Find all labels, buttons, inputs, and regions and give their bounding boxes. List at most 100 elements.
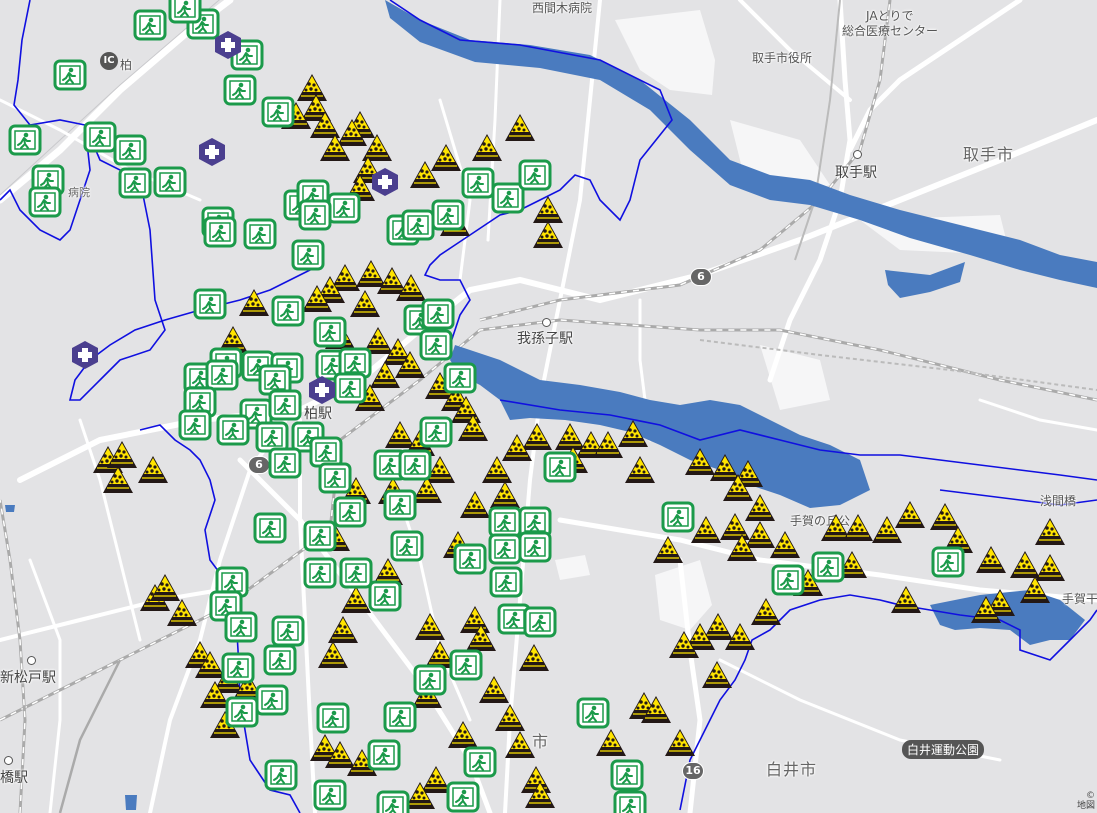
evacuation-site-icon[interactable] [367,739,401,771]
evacuation-site-icon[interactable] [463,746,497,778]
evacuation-site-icon[interactable] [53,59,87,91]
landslide-warning-icon[interactable] [663,727,697,759]
landslide-warning-icon[interactable] [725,532,759,564]
landslide-warning-icon[interactable] [639,694,673,726]
evacuation-site-icon[interactable] [216,414,250,446]
evacuation-site-icon[interactable] [264,759,298,791]
landslide-warning-icon[interactable] [500,432,534,464]
medical-facility-icon[interactable] [69,339,103,371]
evacuation-site-icon[interactable] [261,96,295,128]
landslide-warning-icon[interactable] [523,779,557,811]
medical-facility-icon[interactable] [196,136,230,168]
evacuation-site-icon[interactable] [661,501,695,533]
landslide-warning-icon[interactable] [316,639,350,671]
evacuation-site-icon[interactable] [263,644,297,676]
evacuation-site-icon[interactable] [453,543,487,575]
landslide-warning-icon[interactable] [503,729,537,761]
evacuation-site-icon[interactable] [443,362,477,394]
evacuation-site-icon[interactable] [543,451,577,483]
evacuation-site-icon[interactable] [613,790,647,813]
landslide-warning-icon[interactable] [470,132,504,164]
evacuation-site-icon[interactable] [931,546,965,578]
evacuation-site-icon[interactable] [203,216,237,248]
evacuation-site-icon[interactable] [431,199,465,231]
evacuation-site-icon[interactable] [368,580,402,612]
landslide-warning-icon[interactable] [893,499,927,531]
landslide-warning-icon[interactable] [700,659,734,691]
evacuation-site-icon[interactable] [390,530,424,562]
evacuation-site-icon[interactable] [271,615,305,647]
evacuation-site-icon[interactable] [446,781,480,813]
medical-facility-icon[interactable] [212,29,246,61]
evacuation-site-icon[interactable] [298,199,332,231]
evacuation-site-icon[interactable] [316,702,350,734]
landslide-warning-icon[interactable] [456,412,490,444]
medical-facility-icon[interactable] [369,166,403,198]
evacuation-site-icon[interactable] [271,295,305,327]
evacuation-site-icon[interactable] [449,649,483,681]
evacuation-site-icon[interactable] [224,611,258,643]
landslide-warning-icon[interactable] [1033,516,1067,548]
evacuation-site-icon[interactable] [303,557,337,589]
evacuation-site-icon[interactable] [523,606,557,638]
landslide-warning-icon[interactable] [503,112,537,144]
evacuation-site-icon[interactable] [327,192,361,224]
evacuation-site-icon[interactable] [333,496,367,528]
evacuation-site-icon[interactable] [398,449,432,481]
evacuation-site-icon[interactable] [221,652,255,684]
landslide-warning-icon[interactable] [768,529,802,561]
evacuation-site-icon[interactable] [268,389,302,421]
landslide-warning-icon[interactable] [969,594,1003,626]
evacuation-site-icon[interactable] [419,329,453,361]
evacuation-site-icon[interactable] [255,684,289,716]
evacuation-site-icon[interactable] [401,209,435,241]
evacuation-site-icon[interactable] [383,489,417,521]
landslide-warning-icon[interactable] [517,642,551,674]
evacuation-site-icon[interactable] [518,159,552,191]
evacuation-site-icon[interactable] [223,74,257,106]
landslide-warning-icon[interactable] [667,629,701,661]
landslide-warning-icon[interactable] [165,597,199,629]
evacuation-site-icon[interactable] [811,551,845,583]
landslide-warning-icon[interactable] [651,534,685,566]
evacuation-site-icon[interactable] [421,298,455,330]
evacuation-site-icon[interactable] [253,512,287,544]
evacuation-site-icon[interactable] [303,520,337,552]
evacuation-site-icon[interactable] [83,121,117,153]
evacuation-site-icon[interactable] [178,409,212,441]
evacuation-site-icon[interactable] [153,166,187,198]
landslide-warning-icon[interactable] [594,727,628,759]
evacuation-site-icon[interactable] [610,759,644,791]
evacuation-site-icon[interactable] [291,239,325,271]
evacuation-site-icon[interactable] [225,696,259,728]
evacuation-site-icon[interactable] [413,664,447,696]
evacuation-site-icon[interactable] [576,697,610,729]
evacuation-site-icon[interactable] [488,533,522,565]
evacuation-site-icon[interactable] [771,564,805,596]
evacuation-site-icon[interactable] [28,186,62,218]
evacuation-site-icon[interactable] [243,218,277,250]
evacuation-site-icon[interactable] [318,462,352,494]
evacuation-site-icon[interactable] [419,416,453,448]
evacuation-site-icon[interactable] [313,316,347,348]
landslide-warning-icon[interactable] [318,132,352,164]
evacuation-site-icon[interactable] [376,790,410,813]
landslide-warning-icon[interactable] [101,464,135,496]
landslide-warning-icon[interactable] [616,418,650,450]
landslide-warning-icon[interactable] [237,287,271,319]
evacuation-site-icon[interactable] [8,124,42,156]
evacuation-site-icon[interactable] [133,9,167,41]
evacuation-site-icon[interactable] [518,531,552,563]
evacuation-site-icon[interactable] [313,779,347,811]
landslide-warning-icon[interactable] [1018,574,1052,606]
landslide-warning-icon[interactable] [531,219,565,251]
evacuation-site-icon[interactable] [461,167,495,199]
landslide-warning-icon[interactable] [623,454,657,486]
medical-facility-icon[interactable] [306,374,340,406]
landslide-warning-icon[interactable] [136,454,170,486]
landslide-warning-icon[interactable] [889,584,923,616]
evacuation-site-icon[interactable] [168,0,202,24]
hazard-map[interactable]: 西間木病院 JAとりで 総合医療センター 取手市役所 取手市 取手駅 我孫子駅 … [0,0,1097,813]
evacuation-site-icon[interactable] [118,167,152,199]
landslide-warning-icon[interactable] [300,283,334,315]
